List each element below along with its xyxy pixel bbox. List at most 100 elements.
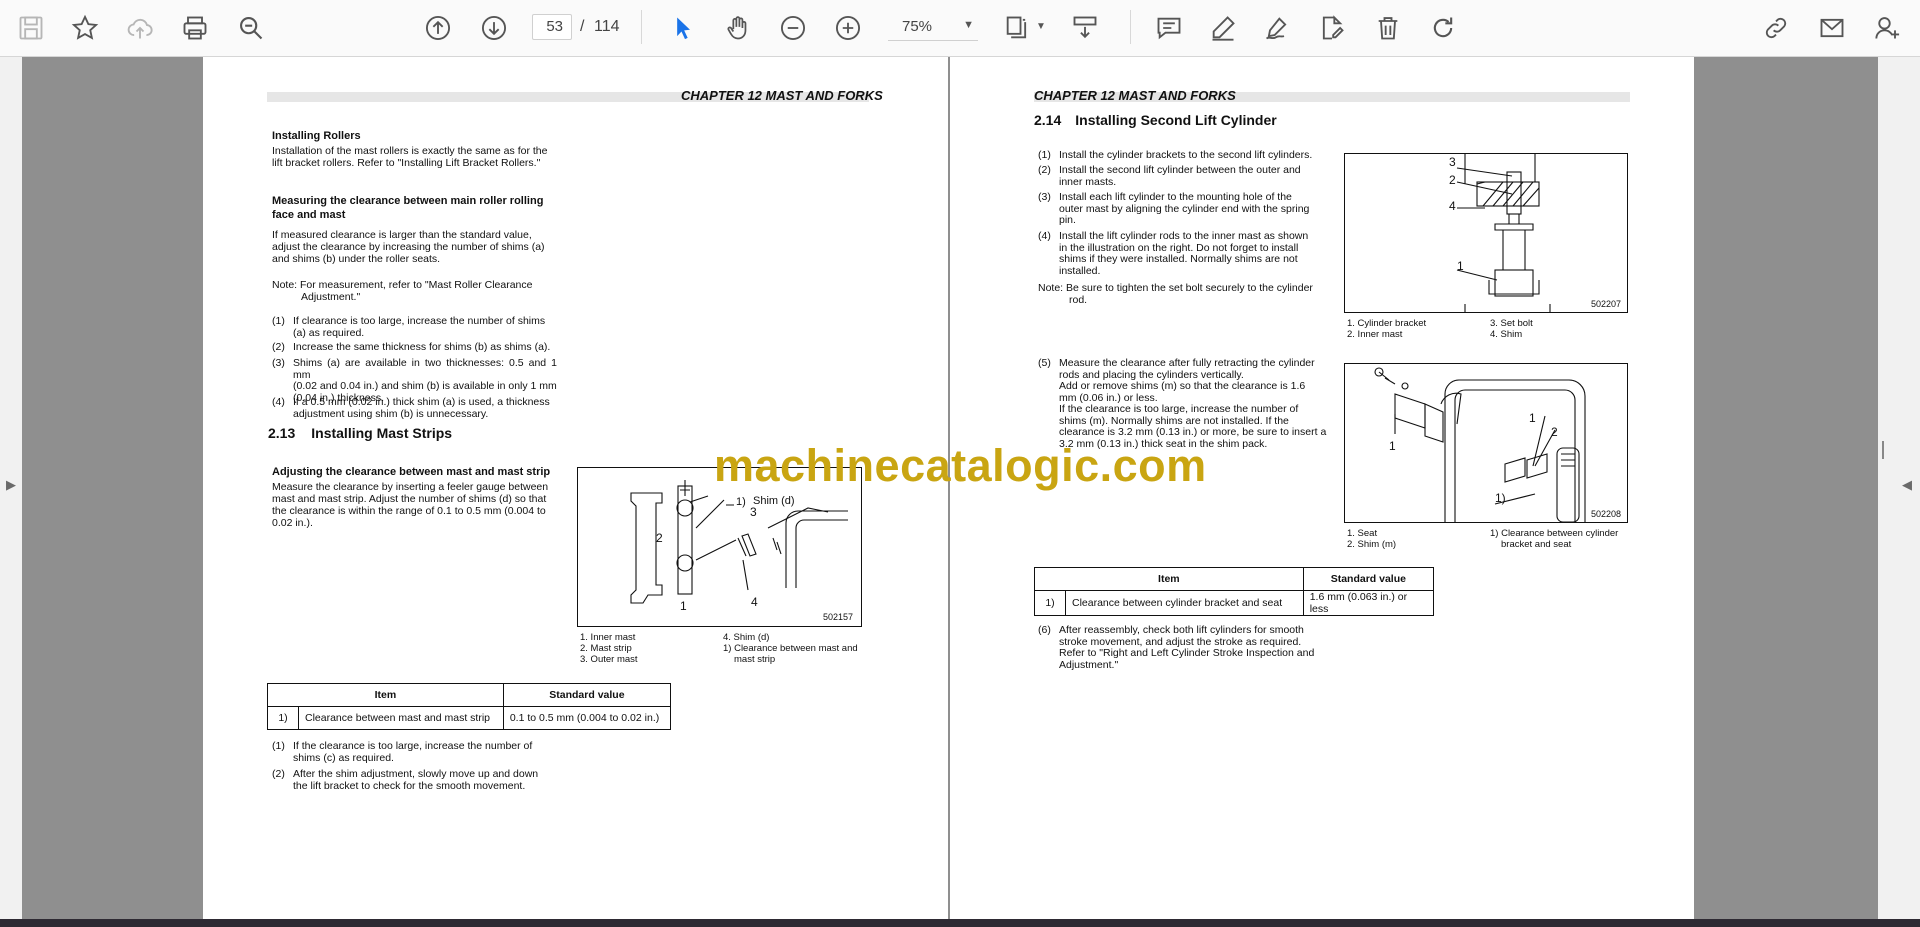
right-panel-strip[interactable]: ◀ xyxy=(1878,57,1920,919)
text-line: Shims (a) are available in two thickness… xyxy=(293,357,557,381)
callout-label: 1) xyxy=(1495,491,1506,505)
left-panel-strip[interactable]: ▶ xyxy=(0,57,22,919)
text-line: Measure the clearance after fully retrac… xyxy=(1059,357,1315,369)
callout-label: 1 xyxy=(680,599,687,613)
callout-label: Shim (d) xyxy=(753,495,795,507)
step-item: (3) Install each lift cylinder to the mo… xyxy=(1038,191,1328,228)
cylinder-bracket-diagram xyxy=(1374,367,1586,522)
page-down-icon[interactable] xyxy=(475,9,513,47)
edit-document-icon[interactable] xyxy=(1313,9,1351,47)
step-number: (2) xyxy=(272,768,285,780)
callout-label: 3 xyxy=(750,505,757,519)
subheading: Measuring the clearance between main rol… xyxy=(272,194,543,222)
text-line: outer mast by aligning the cylinder end … xyxy=(1059,202,1310,215)
text-line: Install each lift cylinder to the mounti… xyxy=(1059,191,1292,203)
zoom-search-icon[interactable] xyxy=(232,9,270,47)
step-number: (4) xyxy=(1038,230,1051,242)
text-line: Increase the same thickness for shims (b… xyxy=(293,341,551,353)
hand-pan-icon[interactable] xyxy=(719,9,757,47)
scroll-handle[interactable] xyxy=(1882,441,1884,459)
section-title: Installing Second Lift Cylinder xyxy=(1075,112,1277,128)
zoom-in-icon[interactable] xyxy=(829,9,867,47)
text-line: Note: For measurement, refer to "Mast Ro… xyxy=(272,279,533,291)
highlight-pen-icon[interactable] xyxy=(1204,9,1242,47)
expand-right-panel-icon[interactable]: ◀ xyxy=(1902,477,1912,493)
step-number: (1) xyxy=(272,740,285,752)
table-cell: Clearance between cylinder bracket and s… xyxy=(1065,590,1304,616)
text-line: 2. Mast strip xyxy=(580,643,632,654)
toolbar-divider xyxy=(641,10,642,44)
upload-cloud-icon[interactable] xyxy=(121,9,159,47)
scroll-mode-icon[interactable] xyxy=(1066,9,1104,47)
text-line: mast and mast strip. Adjust the number o… xyxy=(272,493,547,505)
step-item: (1) If the clearance is too large, incre… xyxy=(272,740,557,765)
save-icon[interactable] xyxy=(12,9,50,47)
expand-left-panel-icon[interactable]: ▶ xyxy=(6,477,16,493)
table-row: 1) Clearance between mast and mast strip… xyxy=(267,706,672,730)
text-line: After reassembly, check both lift cylind… xyxy=(1059,624,1304,636)
print-icon[interactable] xyxy=(176,9,214,47)
figure-cylinder-bracket: 1 1 2 1) 502208 xyxy=(1344,363,1628,523)
callout-label: 2 xyxy=(1551,425,1558,439)
step-number: (5) xyxy=(1038,357,1051,369)
text-line: Measure the clearance by inserting a fee… xyxy=(272,481,549,493)
text-line: Installation of the mast rollers is exac… xyxy=(272,145,548,157)
table-header: Item xyxy=(267,683,504,707)
step-number: (4) xyxy=(272,396,285,408)
comment-icon[interactable] xyxy=(1150,9,1188,47)
step-number: (3) xyxy=(272,357,285,369)
step-item: (4) Install the lift cylinder rods to th… xyxy=(1038,230,1328,279)
delete-trash-icon[interactable] xyxy=(1369,9,1407,47)
paragraph: If measured clearance is larger than the… xyxy=(272,229,562,265)
page-up-icon[interactable] xyxy=(419,9,457,47)
text-line: bracket and seat xyxy=(1501,539,1572,550)
table-header: Standard value xyxy=(502,683,672,707)
table-cell: 0.1 to 0.5 mm (0.004 to 0.02 in.) xyxy=(502,706,672,730)
text-line: the clearance is within the range of 0.1… xyxy=(272,505,546,517)
fit-page-icon[interactable] xyxy=(998,9,1036,47)
table-row: 1) Clearance between cylinder bracket an… xyxy=(1034,590,1435,616)
text-line: 1) Clearance between cylinder xyxy=(1490,528,1619,539)
sign-icon[interactable] xyxy=(1258,9,1296,47)
text-line: 4. Shim xyxy=(1490,329,1523,340)
rotate-icon[interactable] xyxy=(1424,9,1462,47)
step-number: (3) xyxy=(1038,191,1051,203)
section-heading: 2.13 Installing Mast Strips xyxy=(268,425,453,441)
section-title: Installing Mast Strips xyxy=(311,425,453,441)
page-number-input[interactable]: 53 xyxy=(532,14,572,40)
text-line: 3. Set bolt xyxy=(1490,318,1533,329)
callout-label: 4 xyxy=(1449,199,1456,213)
mail-icon[interactable] xyxy=(1813,9,1851,47)
spec-table: Item Standard value 1) Clearance between… xyxy=(1034,567,1435,616)
fit-page-chevron-icon[interactable]: ▼ xyxy=(1036,21,1046,32)
table-header-row: Item Standard value xyxy=(1034,567,1435,591)
callout-label: 3 xyxy=(1449,155,1456,169)
text-line: 1. Inner mast xyxy=(580,632,636,643)
zoom-out-icon[interactable] xyxy=(774,9,812,47)
figure-lift-cylinder: 3 2 4 1 502207 xyxy=(1344,153,1628,313)
callout-label: 1 xyxy=(1389,439,1396,453)
step-item: (1) If clearance is too large, increase … xyxy=(272,315,557,340)
text-line: Install the cylinder brackets to the sec… xyxy=(1059,149,1313,161)
text-line: (0.02 and 0.04 in.) and shim (b) is avai… xyxy=(293,380,557,392)
bookmark-star-icon[interactable] xyxy=(66,9,104,47)
figure-code: 502208 xyxy=(1590,509,1621,519)
text-line: adjustment using shim (b) is unnecessary… xyxy=(293,407,489,420)
text-line: Adjustment." xyxy=(1059,658,1119,671)
link-icon[interactable] xyxy=(1757,9,1795,47)
zoom-select[interactable]: 75% ▼ xyxy=(888,14,978,41)
text-line: (a) as required. xyxy=(293,326,365,339)
select-cursor-icon[interactable] xyxy=(664,9,702,47)
table-header: Item xyxy=(1034,567,1304,591)
text-line: Note: Be sure to tighten the set bolt se… xyxy=(1038,282,1313,294)
user-add-icon[interactable] xyxy=(1869,9,1907,47)
text-line: installed. xyxy=(1059,264,1101,277)
text-line: If a 0.5 mm (0.02 in.) thick shim (a) is… xyxy=(293,396,550,408)
callout-label: 2 xyxy=(1449,173,1456,187)
chapter-header: CHAPTER 12 MAST AND FORKS xyxy=(1034,88,1236,103)
text-line: 2. Shim (m) xyxy=(1347,539,1397,550)
table-header: Standard value xyxy=(1302,567,1435,591)
section-number: 2.13 xyxy=(268,425,296,441)
toolbar-divider xyxy=(1130,10,1131,44)
callout-label: 1 xyxy=(1457,259,1464,273)
